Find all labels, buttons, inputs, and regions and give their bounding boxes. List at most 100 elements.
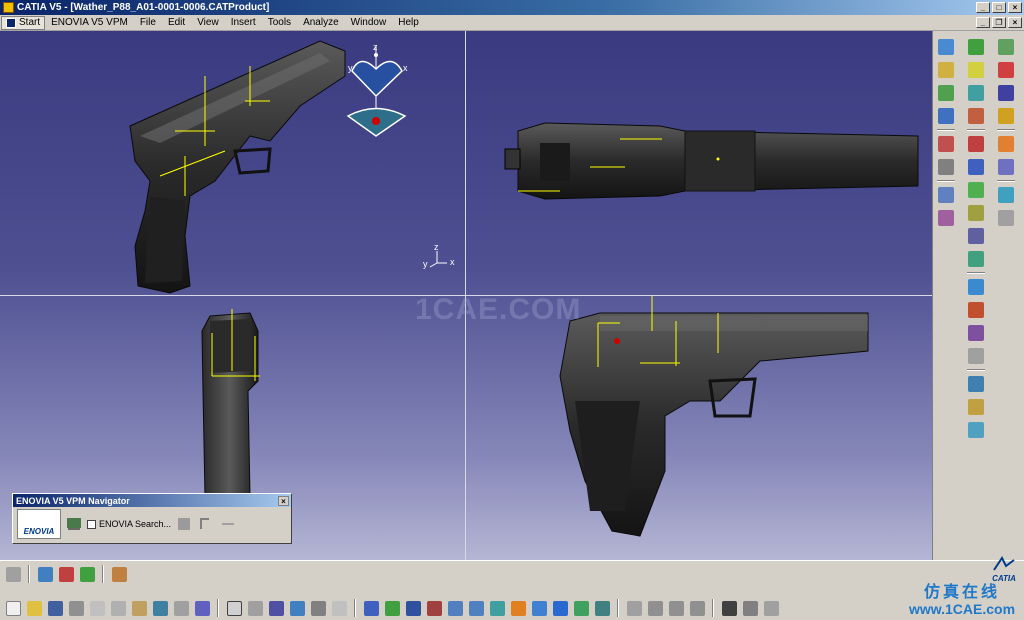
text-icon[interactable] — [996, 208, 1016, 228]
pistol-side-view[interactable] — [559, 296, 869, 537]
constraint-coincidence-icon[interactable] — [966, 37, 986, 57]
tree-expand-icon[interactable] — [288, 599, 306, 617]
enovia-refresh-icon[interactable] — [197, 515, 215, 533]
whats-this-icon[interactable] — [193, 599, 211, 617]
pistol-top-view[interactable] — [504, 122, 919, 200]
catalog-browser-icon[interactable] — [996, 37, 1016, 57]
cut-icon[interactable] — [88, 599, 106, 617]
bill-of-material-icon[interactable] — [966, 374, 986, 394]
redo-icon[interactable] — [172, 599, 190, 617]
capture-icon[interactable] — [720, 599, 738, 617]
insert-part-icon[interactable] — [936, 106, 956, 126]
hide-icon[interactable] — [572, 599, 590, 617]
menu-start[interactable]: Start — [1, 15, 46, 30]
menu-edit[interactable]: Edit — [162, 17, 191, 28]
spec-tree-icon[interactable] — [309, 599, 327, 617]
undo-icon[interactable] — [151, 599, 169, 617]
measure-between-icon[interactable] — [688, 599, 706, 617]
zoom-out-icon[interactable] — [467, 599, 485, 617]
compass-widget[interactable]: z x y — [346, 42, 408, 137]
navigator-title-bar[interactable]: ENOVIA V5 VPM Navigator × — [13, 494, 291, 507]
knowledge-icon[interactable] — [246, 599, 264, 617]
insert-product-icon[interactable] — [936, 83, 956, 103]
enovia-search-checkbox[interactable] — [87, 519, 96, 529]
menu-help[interactable]: Help — [392, 17, 425, 28]
fix-component-icon[interactable] — [966, 134, 986, 154]
swap-space-icon[interactable] — [593, 599, 611, 617]
menu-analyze[interactable]: Analyze — [297, 17, 345, 28]
enovia-disabled-icon[interactable] — [219, 515, 237, 533]
navigator-close-button[interactable]: × — [278, 495, 289, 506]
constraint-angle-icon[interactable] — [966, 106, 986, 126]
sectioning-icon[interactable] — [966, 277, 986, 297]
geometry-icon[interactable] — [996, 185, 1016, 205]
open-icon[interactable] — [25, 599, 43, 617]
rotate-icon[interactable] — [425, 599, 443, 617]
enovia-search-control[interactable]: ENOVIA Search... — [87, 519, 171, 529]
save-icon[interactable] — [46, 599, 64, 617]
menu-insert[interactable]: Insert — [225, 17, 262, 28]
copy-icon[interactable] — [109, 599, 127, 617]
render-style-icon[interactable] — [36, 565, 54, 583]
print-icon[interactable] — [67, 599, 85, 617]
annotation-icon[interactable] — [966, 346, 986, 366]
lighting-icon[interactable] — [78, 565, 96, 583]
iso-view-icon[interactable] — [509, 599, 527, 617]
enovia-tree-icon[interactable] — [175, 515, 193, 533]
menu-file[interactable]: File — [134, 17, 162, 28]
grid-icon[interactable] — [110, 565, 128, 583]
shading-edges-icon[interactable] — [551, 599, 569, 617]
menu-tools[interactable]: Tools — [262, 17, 297, 28]
new-icon[interactable] — [4, 599, 22, 617]
doc-restore-button[interactable]: ❐ — [992, 17, 1006, 28]
measure-icon[interactable] — [966, 323, 986, 343]
pistol-iso-view[interactable] — [129, 40, 346, 294]
quick-constraint-icon[interactable] — [966, 180, 986, 200]
select-icon[interactable] — [996, 106, 1016, 126]
menu-enovia[interactable]: ENOVIA V5 VPM — [45, 17, 134, 28]
snap-icon[interactable] — [936, 208, 956, 228]
insert-component-icon[interactable] — [936, 60, 956, 80]
update-icon[interactable] — [4, 565, 22, 583]
measure-item-icon[interactable] — [667, 599, 685, 617]
menu-window[interactable]: Window — [345, 17, 393, 28]
compass-reset-icon[interactable] — [762, 599, 780, 617]
menu-view[interactable]: View — [191, 17, 225, 28]
3d-viewport[interactable]: z x y x y z 1CAE.COM — [0, 31, 932, 560]
enovia-navigator-toolbar[interactable]: ENOVIA V5 VPM Navigator × ENOVIA ENOVIA … — [12, 493, 292, 544]
constraint-offset-icon[interactable] — [966, 83, 986, 103]
enovia-logo[interactable]: ENOVIA — [17, 509, 61, 539]
close-button[interactable]: × — [1008, 2, 1022, 13]
pistol-rear-view[interactable] — [201, 309, 260, 497]
doc-close-button[interactable]: × — [1008, 17, 1022, 28]
zoom-in-icon[interactable] — [446, 599, 464, 617]
video-icon[interactable] — [741, 599, 759, 617]
pan-view-icon[interactable] — [404, 599, 422, 617]
pan-icon[interactable] — [996, 157, 1016, 177]
clash-icon[interactable] — [966, 300, 986, 320]
distance-icon[interactable] — [646, 599, 664, 617]
doc-minimize-button[interactable]: _ — [976, 17, 990, 28]
replace-component-icon[interactable] — [936, 134, 956, 154]
reuse-pattern-icon[interactable] — [966, 249, 986, 269]
paste-icon[interactable] — [130, 599, 148, 617]
fly-mode-icon[interactable] — [362, 599, 380, 617]
graph-tree-reorder-icon[interactable] — [936, 157, 956, 177]
apply-material-icon[interactable] — [996, 60, 1016, 80]
explode-icon[interactable] — [966, 397, 986, 417]
scenes-icon[interactable] — [966, 420, 986, 440]
table-icon[interactable] — [267, 599, 285, 617]
fit-all-icon[interactable] — [383, 599, 401, 617]
flexible-subassembly-icon[interactable] — [966, 203, 986, 223]
shading-icon[interactable] — [57, 565, 75, 583]
change-constraint-icon[interactable] — [966, 226, 986, 246]
normal-view-icon[interactable] — [488, 599, 506, 617]
view-cube-icon[interactable] — [530, 599, 548, 617]
product-structure-icon[interactable] — [936, 37, 956, 57]
analysis-icon[interactable] — [625, 599, 643, 617]
swap-visible-icon[interactable] — [996, 83, 1016, 103]
minimize-button[interactable]: _ — [976, 2, 990, 13]
cursor-arrow-icon[interactable] — [996, 134, 1016, 154]
formula-icon[interactable] — [225, 599, 243, 617]
constraint-contact-icon[interactable] — [966, 60, 986, 80]
